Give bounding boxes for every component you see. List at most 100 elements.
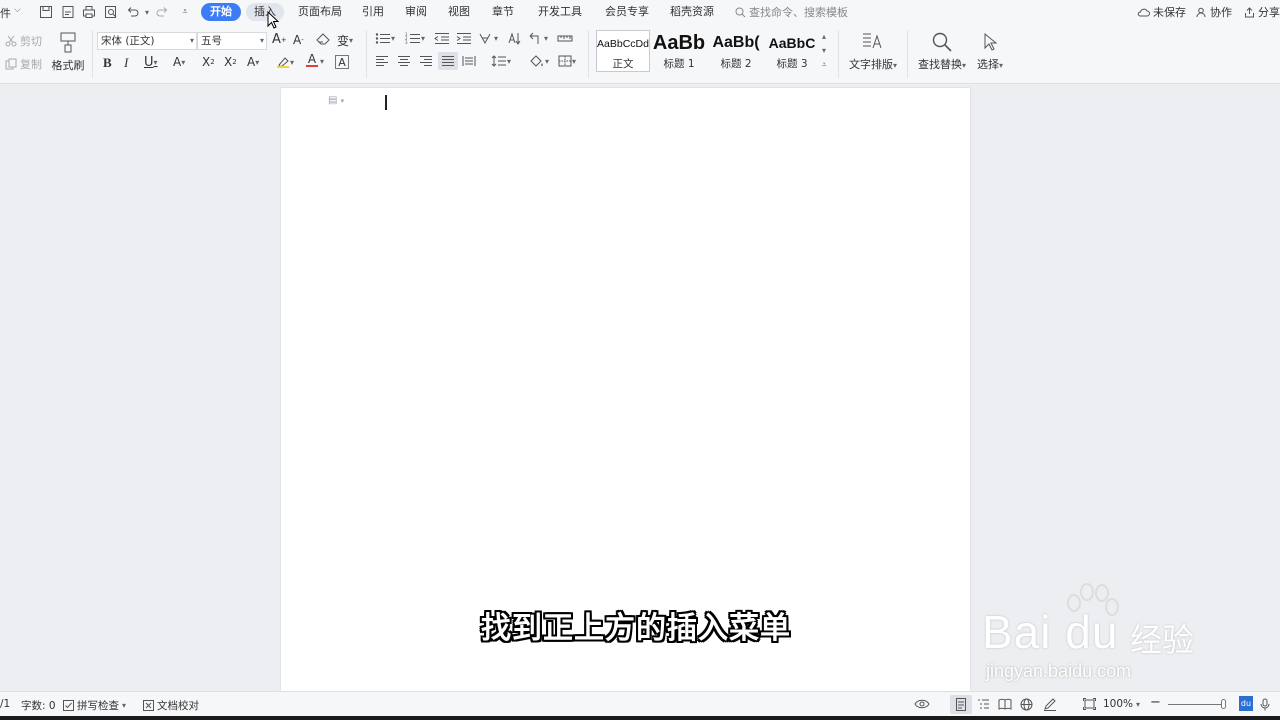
zoom-slider[interactable] (1168, 704, 1226, 705)
decrease-indent-icon[interactable] (434, 32, 450, 45)
doc-proof-button[interactable]: 文档校对 (143, 698, 199, 713)
sort-icon[interactable] (507, 32, 521, 45)
character-style-icon[interactable]: A ▾ (247, 55, 259, 69)
borders-icon[interactable]: ▾ (558, 55, 576, 67)
share-button[interactable]: 分享 (1244, 4, 1280, 20)
divider (838, 30, 839, 78)
align-left-icon[interactable] (375, 55, 389, 67)
copy-label: 复制 (20, 58, 42, 71)
style-scroll-down-icon[interactable]: ▾ (822, 46, 826, 55)
font-color-icon[interactable]: A (306, 53, 318, 67)
text-layout-icon (863, 33, 882, 49)
format-painter-button[interactable]: 格式刷 (51, 30, 85, 74)
increase-indent-icon[interactable] (456, 32, 472, 45)
style-heading-1[interactable]: AaBb 标题 1 (652, 30, 706, 72)
paragraph-layout-icon[interactable]: ▤ ▾ (328, 95, 344, 106)
align-right-icon[interactable] (419, 55, 433, 67)
shrink-font-icon[interactable]: A- (293, 33, 304, 47)
word-count[interactable]: 字数: 0 (21, 698, 56, 713)
reading-view-icon[interactable] (998, 698, 1012, 710)
user-icon (1196, 7, 1206, 17)
chevron-down-icon[interactable]: ⌵ (14, 5, 21, 15)
status-bar: /1 字数: 0 拼写检查 ▾ 文档校对 100% ▾ − du (0, 691, 1280, 716)
write-mode-icon[interactable] (1043, 698, 1057, 711)
italic-icon[interactable]: I (124, 55, 128, 71)
phonetic-guide-icon[interactable]: 变 ▾ (337, 32, 353, 49)
underline-icon[interactable]: U ▾ (144, 55, 158, 70)
select-button[interactable]: 选择▾ (972, 30, 1008, 74)
subscript-icon[interactable]: X2 (224, 55, 237, 69)
watermark-url: jingyan.baidu.com (986, 661, 1132, 681)
text-layout-button[interactable]: 文字排版▾ (846, 30, 900, 74)
watermark-brand: Bai du (982, 606, 1119, 658)
tab-page-layout[interactable]: 页面布局 (296, 3, 344, 21)
select-label: 选择 (976, 58, 999, 71)
text-layout-label: 文字排版 (848, 58, 893, 71)
command-search[interactable]: 查找命令、搜索模板 (735, 4, 848, 20)
zoom-slider-handle[interactable] (1221, 699, 1226, 709)
tab-home[interactable]: 开始 (201, 3, 241, 21)
export-pdf-icon[interactable] (59, 3, 77, 21)
baidu-du-icon[interactable]: du (1239, 696, 1253, 711)
superscript-icon[interactable]: X2 (202, 55, 215, 69)
cut-button[interactable]: 剪切 (5, 33, 42, 49)
style-normal[interactable]: AaBbCcDd 正文 (596, 30, 650, 72)
document-page[interactable]: ▤ ▾ (281, 88, 970, 691)
clear-format-icon[interactable] (316, 33, 330, 45)
page-indicator[interactable]: /1 (0, 698, 10, 710)
grow-font-icon[interactable]: A + (272, 32, 287, 47)
outline-view-icon[interactable] (977, 698, 990, 710)
redo-icon[interactable] (153, 3, 171, 21)
bold-icon[interactable]: B (103, 55, 112, 71)
microphone-icon[interactable] (1259, 698, 1271, 711)
style-more-icon[interactable]: ⩡ (822, 60, 827, 70)
tab-view[interactable]: 视图 (446, 3, 472, 21)
copy-button[interactable]: 复制 (5, 56, 42, 72)
style-heading-3[interactable]: AaBbC 标题 3 (765, 30, 819, 72)
fit-page-icon[interactable] (1083, 698, 1096, 710)
customize-toolbar-icon[interactable]: ⩡ (176, 3, 194, 21)
highlight-icon[interactable]: ▾ (276, 56, 294, 68)
justify-icon[interactable] (438, 52, 458, 70)
tab-review[interactable]: 审阅 (403, 3, 429, 21)
zoom-level[interactable]: 100% ▾ (1103, 698, 1140, 710)
bullet-list-icon[interactable]: ▾ (375, 32, 395, 45)
zoom-out-icon[interactable]: − (1150, 695, 1161, 710)
print-preview-icon[interactable] (102, 3, 120, 21)
spell-check-button[interactable]: 拼写检查 ▾ (63, 698, 126, 713)
ruler-icon[interactable] (557, 32, 573, 45)
style-scroll-up-icon[interactable]: ▴ (822, 32, 826, 41)
line-spacing-icon[interactable]: ▾ (491, 55, 511, 67)
eye-protection-icon[interactable] (914, 698, 930, 710)
tab-docer-resources[interactable]: 稻壳资源 (668, 3, 716, 21)
find-replace-button[interactable]: 查找替换▾ (914, 30, 970, 74)
tab-developer[interactable]: 开发工具 (536, 3, 584, 21)
collaborate-button[interactable]: 协作 (1196, 4, 1232, 20)
tab-chapter[interactable]: 章节 (490, 3, 516, 21)
watermark-suffix: 经验 (1130, 621, 1195, 659)
align-center-icon[interactable] (397, 55, 411, 67)
distributed-align-icon[interactable] (462, 55, 476, 67)
print-icon[interactable] (80, 3, 98, 21)
shading-icon[interactable]: ▾ (529, 55, 549, 67)
chevron-down-icon: ▾ (189, 36, 194, 45)
cloud-icon (1137, 8, 1150, 16)
copy-icon (5, 58, 17, 70)
font-color-dropdown-icon[interactable]: ▾ (320, 57, 324, 66)
web-view-icon[interactable] (1020, 698, 1033, 711)
tab-references[interactable]: 引用 (360, 3, 386, 21)
font-size-select[interactable]: 五号 ▾ (197, 32, 267, 50)
show-hide-marks-icon[interactable]: ▾ (528, 32, 548, 45)
numbered-list-icon[interactable]: 1 2 3 ▾ (405, 32, 425, 45)
style-heading-2[interactable]: AaBb( 标题 2 (709, 30, 763, 72)
save-icon[interactable] (37, 3, 55, 21)
page-view-icon[interactable] (950, 695, 972, 714)
file-menu[interactable]: 件 (0, 5, 11, 21)
font-family-select[interactable]: 宋体 (正文) ▾ (97, 32, 197, 50)
unsaved-button[interactable]: 未保存 (1137, 4, 1186, 20)
char-border-icon[interactable]: A (335, 55, 349, 69)
tab-member[interactable]: 会员专享 (603, 3, 651, 21)
chinese-layout-icon[interactable]: ▾ (478, 32, 498, 45)
text-effect-icon[interactable]: A ▾ (173, 55, 185, 69)
divider (366, 30, 367, 78)
